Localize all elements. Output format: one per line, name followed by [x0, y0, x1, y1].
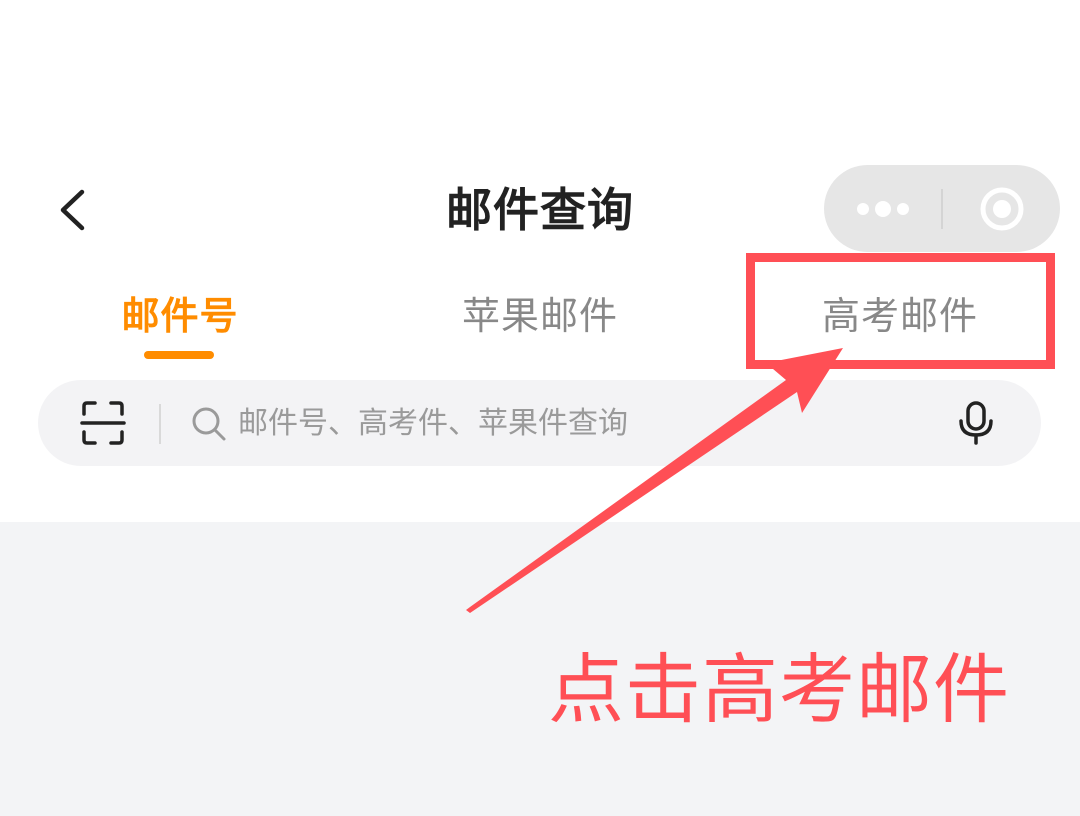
page-title: 邮件查询 — [446, 183, 634, 237]
back-button[interactable] — [40, 172, 104, 248]
search-bar — [38, 380, 1041, 466]
microphone-icon[interactable] — [952, 399, 1000, 447]
active-tab-indicator — [144, 351, 214, 359]
search-input[interactable] — [238, 398, 928, 448]
tab-apple-mail[interactable]: 苹果邮件 — [440, 286, 640, 346]
search-divider — [159, 404, 161, 444]
tab-mail-number[interactable]: 邮件号 — [100, 286, 260, 346]
target-close-icon — [980, 187, 1023, 230]
annotation-highlight-box — [746, 253, 1055, 369]
annotation-text: 点击高考邮件 — [548, 645, 1010, 734]
more-dots-icon — [857, 200, 909, 217]
mobile-screen: 邮件查询 邮件号 苹果邮件 高考邮件 邮件号、高考件、苹果件查询 点击高考邮件 — [0, 0, 1080, 816]
chevron-left-icon — [60, 189, 85, 231]
mini-program-capsule — [824, 165, 1060, 252]
search-icon — [192, 407, 226, 441]
scan-icon[interactable] — [78, 398, 128, 448]
close-mini-program-button[interactable] — [943, 165, 1060, 252]
more-button[interactable] — [824, 165, 942, 252]
